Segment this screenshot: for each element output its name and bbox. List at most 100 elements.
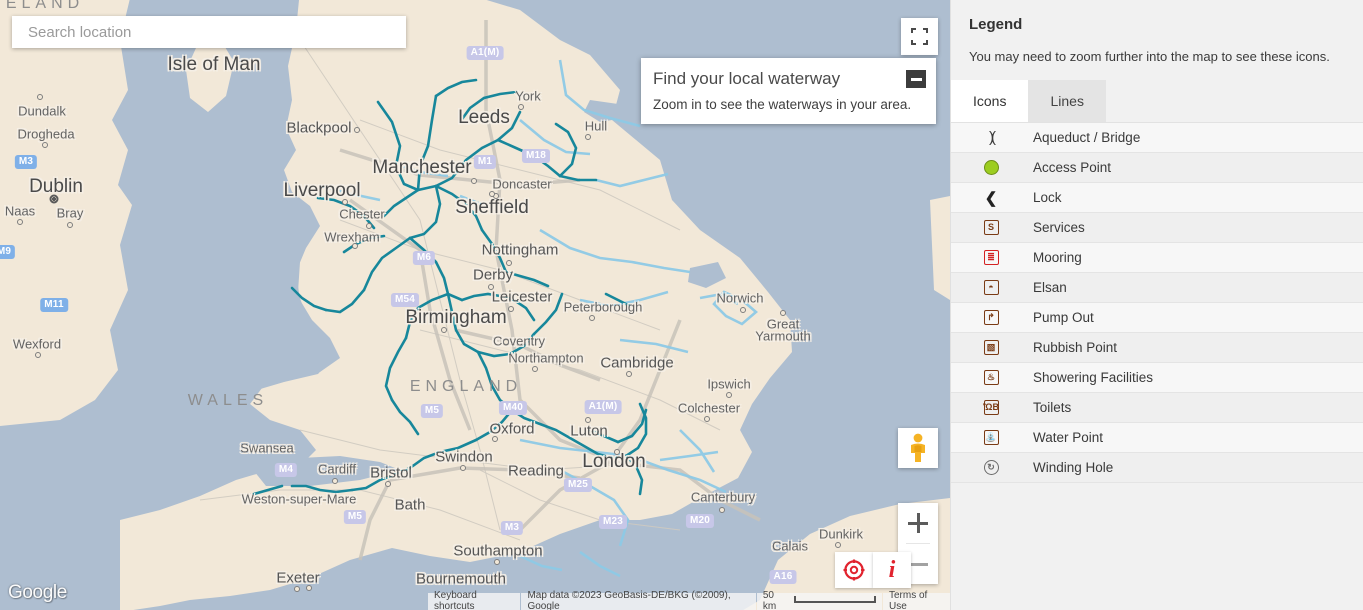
shower-icon: ♨ <box>983 370 999 385</box>
legend-icon-cell <box>951 160 1031 175</box>
city-marker-dot <box>518 104 524 110</box>
city-marker-dot <box>35 352 41 358</box>
city-marker-dot <box>332 478 338 484</box>
mooring-icon: ≣ <box>983 250 999 265</box>
road-shield-label: M40 <box>498 401 528 415</box>
legend-row: Access Point <box>951 153 1363 183</box>
city-marker-dot <box>17 219 23 225</box>
scale-bar <box>794 595 876 603</box>
legend-row: ◓ Elsan <box>951 273 1363 303</box>
legend-row: ↻ Winding Hole <box>951 453 1363 483</box>
lock-gate-icon: ❮ <box>984 189 998 207</box>
city-marker-dot <box>366 223 372 229</box>
road-shield-label: A16 <box>769 570 797 584</box>
city-marker-dot <box>441 327 447 333</box>
legend-icon-cell: ↻ <box>951 460 1031 475</box>
zoom-in-button[interactable] <box>898 503 938 543</box>
search-box[interactable] <box>12 16 406 48</box>
city-marker-dot <box>585 417 591 423</box>
legend-icon-cell: ⛲ <box>951 430 1031 445</box>
legend-icon-cell: ❮ <box>951 189 1031 207</box>
map-info-button[interactable]: i <box>873 552 911 588</box>
scale-label: 50 km <box>762 590 777 610</box>
legend-icon-cell: ≣ <box>951 250 1031 265</box>
city-marker-dot <box>726 392 732 398</box>
rubbish-point-icon: ▧ <box>983 340 999 355</box>
city-marker-dot <box>306 585 312 591</box>
legend-icon-cell: S <box>951 220 1031 235</box>
locate-me-button[interactable] <box>835 552 873 588</box>
waterway-card-subtitle: Zoom in to see the waterways in your are… <box>653 97 912 113</box>
city-marker-dot <box>37 94 43 100</box>
legend-tabs[interactable]: Icons Lines <box>951 80 1363 122</box>
city-marker-dot <box>385 481 391 487</box>
street-view-pegman-button[interactable] <box>898 428 938 468</box>
road-shield-label: A1(M) <box>466 46 504 60</box>
keyboard-shortcuts-link[interactable]: Keyboard shortcuts <box>427 590 521 610</box>
road-shield-label: M5 <box>343 510 367 524</box>
minimize-icon <box>910 77 922 81</box>
waterway-card-title: Find your local waterway <box>653 69 841 88</box>
fullscreen-button[interactable] <box>901 18 938 55</box>
legend-row: ὫB Toilets <box>951 393 1363 423</box>
city-marker-dot <box>740 307 746 313</box>
road-shield-label: M18 <box>521 149 551 163</box>
street-view-pegman-icon <box>911 433 925 462</box>
map-data-attribution: Map data ©2023 GeoBasis-DE/BKG (©2009), … <box>521 590 756 610</box>
search-input[interactable] <box>12 23 406 41</box>
collapse-card-button[interactable] <box>906 70 926 88</box>
road-shield-label: M3 <box>500 521 524 535</box>
map-scale: 50 km <box>756 590 882 610</box>
legend-row-label: Toilets <box>1033 400 1072 415</box>
city-marker-dot <box>494 559 500 565</box>
city-marker-dot <box>589 315 595 321</box>
water-point-icon: ⛲ <box>983 430 999 445</box>
road-shield-label: M11 <box>40 298 68 312</box>
legend-row: ↱ Pump Out <box>951 303 1363 333</box>
road-shield-label: M4 <box>274 463 298 477</box>
map-tool-buttons[interactable]: i <box>835 552 911 588</box>
legend-icon-cell: ◓ <box>951 280 1031 295</box>
winding-hole-icon: ↻ <box>983 460 999 475</box>
access-point-icon <box>983 160 999 175</box>
elsan-disposal-icon: ◓ <box>983 280 999 295</box>
aqueduct-bridge-icon: )( <box>989 129 996 146</box>
legend-row-label: Rubbish Point <box>1033 340 1118 355</box>
city-marker-dot <box>460 465 466 471</box>
city-marker-dot <box>719 507 725 513</box>
legend-row-label: Pump Out <box>1033 310 1094 325</box>
legend-row-label: Access Point <box>1033 160 1112 175</box>
city-marker-dot <box>488 284 494 290</box>
legend-tab-lines[interactable]: Lines <box>1028 80 1106 122</box>
city-marker-dot <box>704 416 710 422</box>
legend-row: )( Aqueduct / Bridge <box>951 123 1363 153</box>
road-shield-label: M25 <box>563 478 593 492</box>
city-marker-dot <box>49 194 59 204</box>
legend-title: Legend <box>969 16 1023 33</box>
minus-icon <box>908 554 928 574</box>
road-shield-label: M3 <box>14 155 38 169</box>
waterway-info-card: Find your local waterway Zoom in to see … <box>641 58 936 125</box>
city-marker-dot <box>489 191 495 197</box>
terms-of-use-link[interactable]: Terms of Use <box>883 590 950 610</box>
legend-icon-cell: ↱ <box>951 310 1031 325</box>
legend-row-label: Aqueduct / Bridge <box>1033 130 1141 145</box>
road-shield-label: M23 <box>598 515 628 529</box>
map-panel[interactable]: IRELANDIsle of ManDundalkDroghedaDublinN… <box>0 0 950 610</box>
legend-note: You may need to zoom further into the ma… <box>969 49 1330 64</box>
legend-tab-icons[interactable]: Icons <box>951 80 1029 122</box>
legend-row-label: Showering Facilities <box>1033 370 1154 385</box>
city-marker-dot <box>503 339 509 345</box>
road-shield-label: M54 <box>390 293 420 307</box>
city-marker-dot <box>532 366 538 372</box>
legend-row: ≣ Mooring <box>951 243 1363 273</box>
legend-icon-cell: ♨ <box>951 370 1031 385</box>
road-shield-label: M9 <box>0 245 16 259</box>
legend-row-label: Winding Hole <box>1033 460 1114 475</box>
road-shield-label: M20 <box>685 514 715 528</box>
plus-icon <box>908 513 928 533</box>
legend-panel: Legend You may need to zoom further into… <box>950 0 1363 610</box>
legend-row: ❮ Lock <box>951 183 1363 213</box>
legend-header: Legend You may need to zoom further into… <box>951 0 1363 64</box>
legend-icon-cell: ▧ <box>951 340 1031 355</box>
